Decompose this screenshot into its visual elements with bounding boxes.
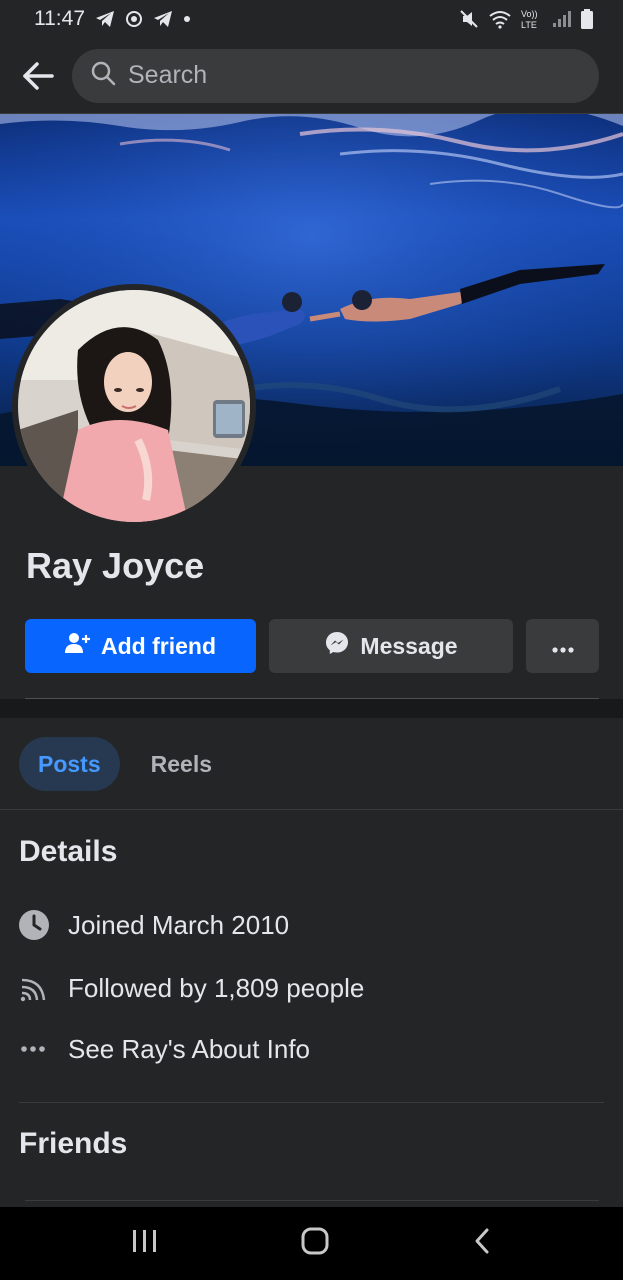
profile-screen: 11:47 Vo)) LTE Search Ray Joyce Add frie… (0, 0, 623, 1280)
clock-icon (18, 909, 50, 941)
back-nav-button[interactable] (471, 1227, 493, 1260)
telegram-icon (95, 10, 115, 28)
more-dots-icon (18, 1033, 50, 1065)
svg-text:Vo)): Vo)) (521, 9, 538, 19)
profile-avatar[interactable] (12, 284, 256, 528)
divider (25, 1200, 599, 1201)
details-title: Details (19, 835, 118, 868)
detail-joined-text: Joined March 2010 (68, 909, 290, 940)
status-left: 11:47 (34, 7, 191, 31)
system-nav-bar (0, 1207, 623, 1280)
signal-icon (552, 10, 572, 28)
search-placeholder: Search (128, 61, 208, 89)
detail-joined: Joined March 2010 (18, 909, 289, 941)
recent-apps-button[interactable] (130, 1228, 160, 1259)
back-button[interactable] (18, 56, 58, 96)
camera-icon (125, 10, 143, 28)
friends-title: Friends (19, 1127, 128, 1160)
profile-name: Ray Joyce (26, 545, 205, 586)
top-bar: Search (0, 38, 623, 114)
rss-icon (18, 972, 50, 1004)
status-time: 11:47 (34, 7, 85, 30)
battery-icon (581, 9, 593, 29)
divider (0, 809, 623, 810)
avatar-photo (18, 290, 250, 522)
search-icon (90, 60, 116, 91)
profile-tabs: Posts Reels (19, 737, 231, 791)
dot-icon (183, 15, 191, 23)
back-arrow-icon (23, 61, 54, 90)
more-dots-icon (551, 633, 575, 660)
mute-icon (459, 9, 479, 29)
wifi-icon (488, 9, 512, 29)
add-friend-icon (65, 631, 91, 661)
add-friend-button[interactable]: Add friend (25, 619, 256, 673)
message-label: Message (360, 632, 458, 659)
detail-about-info[interactable]: See Ray's About Info (18, 1033, 310, 1065)
divider (19, 1102, 604, 1103)
message-button[interactable]: Message (269, 619, 513, 673)
profile-actions: Add friend Message (25, 619, 599, 673)
volte-icon: Vo)) LTE (521, 8, 543, 30)
search-input[interactable]: Search (72, 48, 599, 103)
section-separator (0, 699, 623, 718)
tab-posts[interactable]: Posts (19, 737, 120, 791)
add-friend-label: Add friend (101, 632, 216, 659)
messenger-icon (324, 630, 350, 662)
home-button[interactable] (300, 1226, 330, 1261)
tab-reels[interactable]: Reels (132, 737, 231, 791)
status-bar: 11:47 Vo)) LTE (0, 0, 623, 38)
detail-followers-text: Followed by 1,809 people (68, 972, 365, 1003)
detail-followers: Followed by 1,809 people (18, 972, 364, 1004)
telegram-icon (153, 10, 173, 28)
svg-text:LTE: LTE (521, 20, 537, 30)
detail-about-text: See Ray's About Info (68, 1033, 311, 1064)
status-right: Vo)) LTE (459, 8, 593, 30)
more-options-button[interactable] (526, 619, 599, 673)
